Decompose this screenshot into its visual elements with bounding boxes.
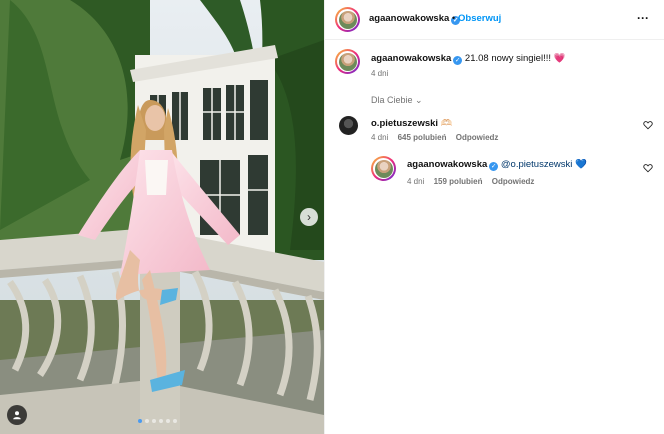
comment-likes[interactable]: 645 polubień	[398, 133, 447, 142]
reply-reply-button[interactable]: Odpowiedz	[492, 177, 535, 186]
reply-age[interactable]: 4 dni	[407, 177, 424, 186]
verified-badge-icon: ✓	[453, 56, 463, 65]
comment-text: 🫶🏻	[440, 118, 453, 129]
user-icon	[13, 411, 21, 420]
reply-author-avatar[interactable]	[371, 156, 396, 181]
post-image[interactable]: ›	[0, 0, 324, 434]
like-reply-heart-icon[interactable]	[643, 163, 653, 173]
post-header: agaanowakowska ✓ • Obserwuj ···	[325, 0, 664, 40]
reply-mention[interactable]: @o.pietuszewski	[501, 159, 572, 170]
more-options-icon[interactable]: ···	[637, 11, 649, 25]
caption-username[interactable]: agaanowakowska	[371, 53, 451, 64]
reply-username[interactable]: agaanowakowska	[407, 159, 487, 170]
comment-body: o.pietuszewski 🫶🏻	[371, 118, 453, 129]
caption-author-avatar[interactable]	[335, 49, 360, 74]
carousel-dot	[145, 419, 149, 423]
chevron-down-icon: ⌄	[415, 95, 423, 105]
author-avatar[interactable]	[335, 7, 360, 32]
reply-meta: 4 dni 159 polubień Odpowiedz	[407, 177, 541, 186]
carousel-dot	[152, 419, 156, 423]
carousel-dot	[166, 419, 170, 423]
author-username-text[interactable]: agaanowakowska	[369, 13, 449, 24]
instagram-post-view: › agaanowakowska ✓ • Obserwuj ··· agaano…	[0, 0, 664, 434]
post-caption: agaanowakowska ✓ 21.08 nowy singiel!!! 💗	[371, 53, 565, 65]
comment-meta: 4 dni 645 polubień Odpowiedz	[371, 133, 505, 142]
carousel-dot	[173, 419, 177, 423]
comment-age[interactable]: 4 dni	[371, 133, 388, 142]
reply-text: 💙	[574, 159, 587, 170]
comment-username[interactable]: o.pietuszewski	[371, 118, 438, 129]
caption-text: 21.08 nowy singiel!!! 💗	[464, 53, 566, 64]
tagged-users-button[interactable]	[7, 405, 27, 425]
carousel-dot	[159, 419, 163, 423]
verified-badge-icon: ✓	[489, 162, 499, 171]
commenter-avatar[interactable]	[339, 116, 358, 135]
author-username[interactable]: agaanowakowska ✓	[369, 13, 461, 25]
caption-age[interactable]: 4 dni	[371, 69, 388, 78]
carousel-dot-active	[138, 419, 142, 423]
next-image-button[interactable]: ›	[300, 208, 318, 226]
separator-dot: •	[452, 13, 456, 23]
post-photo-illustration	[0, 0, 324, 434]
chevron-right-icon: ›	[307, 210, 311, 224]
carousel-indicator	[138, 419, 177, 423]
comment-filter-dropdown[interactable]: Dla Ciebie ⌄	[371, 95, 423, 106]
follow-button[interactable]: Obserwuj	[458, 13, 501, 24]
comment-filter-label: Dla Ciebie	[371, 95, 413, 105]
caption-meta: 4 dni	[371, 69, 395, 78]
reply-likes[interactable]: 159 polubień	[434, 177, 483, 186]
reply-body: agaanowakowska ✓ @o.pietuszewski 💙	[407, 159, 587, 171]
post-details-panel: agaanowakowska ✓ • Obserwuj ··· agaanowak…	[324, 0, 664, 434]
reply-button[interactable]: Odpowiedz	[456, 133, 499, 142]
like-comment-heart-icon[interactable]	[643, 120, 653, 130]
